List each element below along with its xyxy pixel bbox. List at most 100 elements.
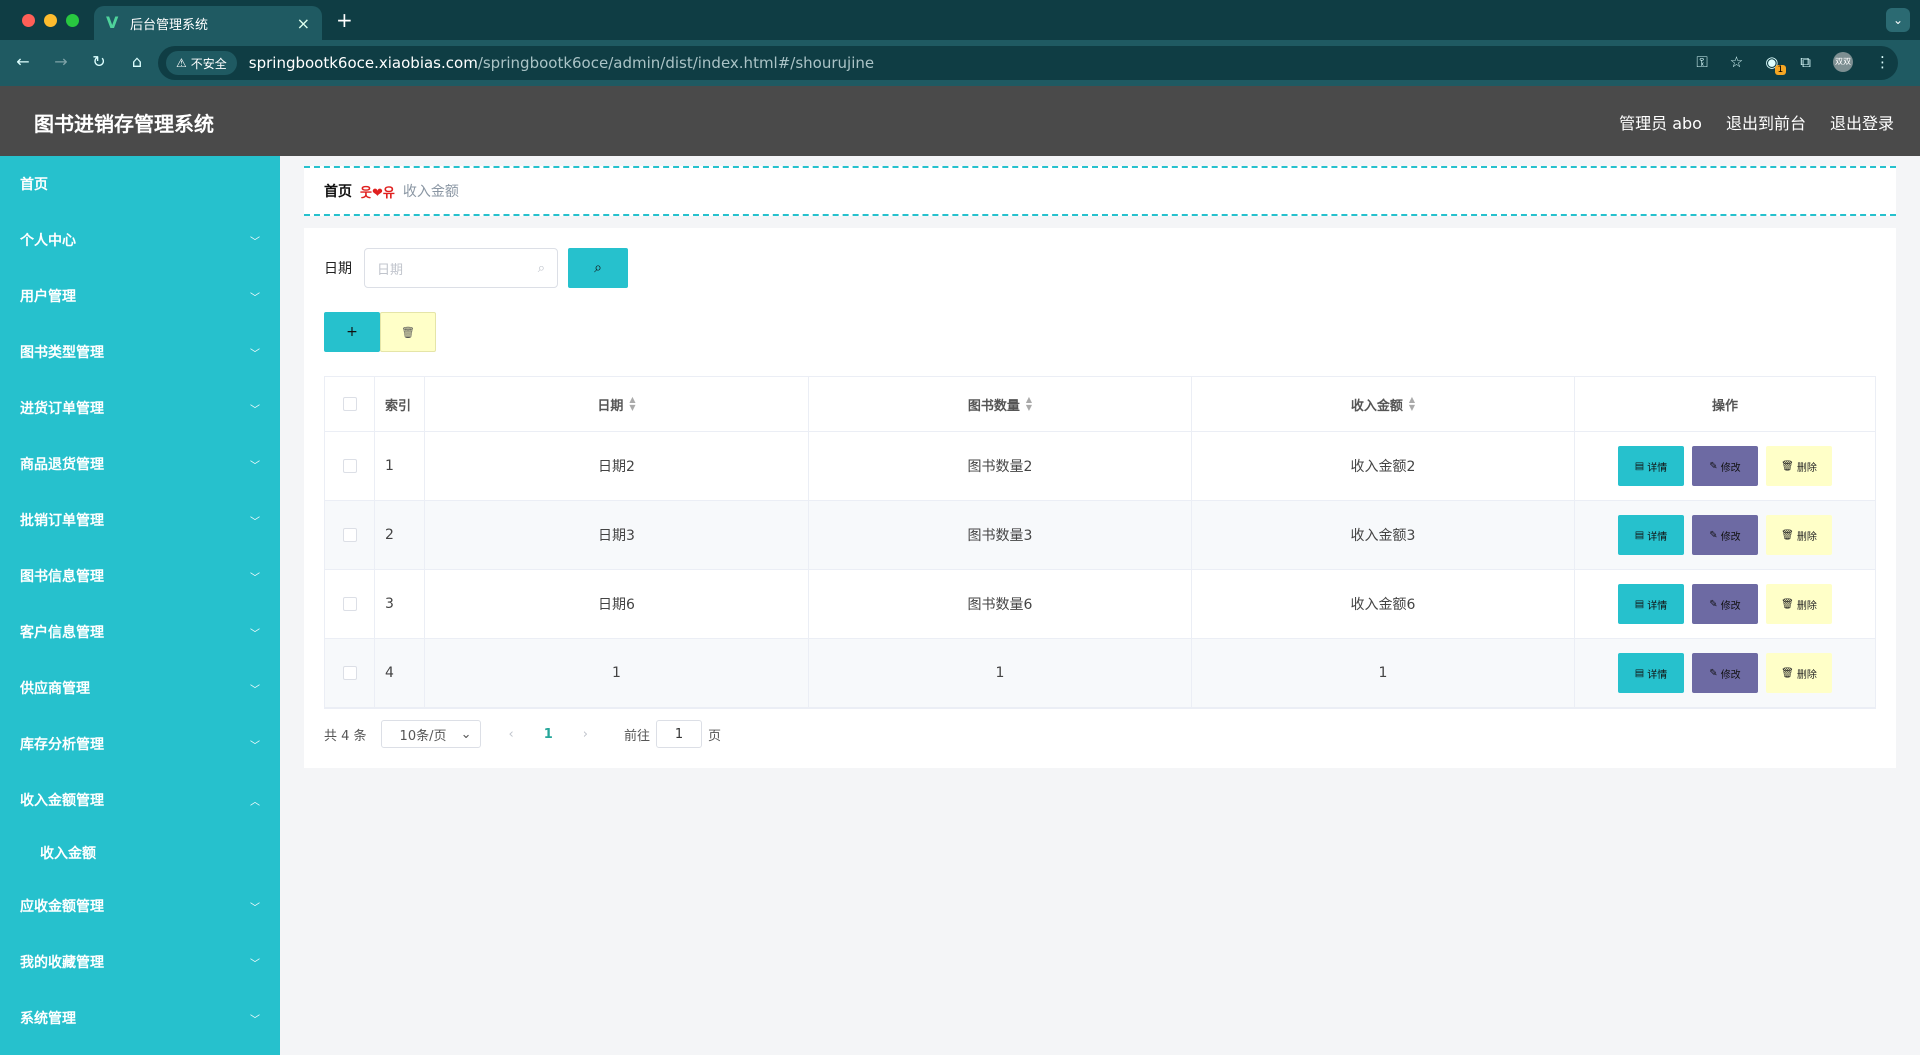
close-tab-icon[interactable]: × (297, 14, 310, 33)
detail-button[interactable]: ▤ 详情 (1618, 584, 1684, 624)
home-icon[interactable]: ⌂ (128, 52, 146, 71)
delete-button[interactable]: 🗑 删除 (1766, 584, 1832, 624)
edit-button[interactable]: ✎ 修改 (1692, 515, 1758, 555)
header-actions: 管理员 abo 退出到前台 退出登录 (1619, 110, 1894, 134)
current-page[interactable]: 1 (544, 727, 553, 742)
forward-icon[interactable]: → (52, 52, 70, 71)
prev-page-icon[interactable]: ‹ (509, 727, 514, 742)
chevron-down-icon: ﹀ (250, 684, 260, 696)
detail-button[interactable]: ▤ 详情 (1618, 653, 1684, 693)
trash-icon: 🗑 (1781, 529, 1794, 541)
header-date[interactable]: 日期 ▲ ▼ (425, 377, 809, 431)
edit-button[interactable]: ✎ 修改 (1692, 584, 1758, 624)
chevron-down-icon: ﹀ (250, 740, 260, 752)
goto-page-input[interactable]: 1 (656, 720, 703, 748)
sidebar-item-supplier-management[interactable]: 供应商管理 ﹀ (0, 660, 280, 716)
chevron-down-icon: ﹀ (250, 460, 260, 472)
row-checkbox[interactable] (342, 528, 357, 542)
minimize-window-button[interactable] (44, 14, 57, 27)
sort-icon[interactable]: ▲ ▼ (1409, 396, 1415, 412)
delete-button[interactable]: 🗑 删除 (1766, 653, 1832, 693)
sidebar-item-favorites-management[interactable]: 我的收藏管理 ﹀ (0, 934, 280, 990)
header-date-label: 日期 (597, 398, 624, 414)
browser-tab[interactable]: V 后台管理系统 × (94, 6, 322, 40)
batch-delete-button[interactable]: 🗑 (380, 312, 436, 352)
password-key-icon[interactable]: ⚿ (1696, 53, 1707, 71)
document-icon: ▤ (1634, 667, 1645, 679)
nav-buttons: ← → ↻ ⌂ (14, 52, 146, 71)
row-checkbox[interactable] (342, 666, 357, 680)
sidebar-item-book-type-management[interactable]: 图书类型管理 ﹀ (0, 324, 280, 380)
row-checkbox[interactable] (342, 459, 357, 473)
delete-label: 删除 (1796, 462, 1817, 474)
edit-button[interactable]: ✎ 修改 (1692, 653, 1758, 693)
detail-label: 详情 (1647, 600, 1668, 612)
sort-icon[interactable]: ▲ ▼ (1026, 396, 1032, 412)
sidebar-item-customer-management[interactable]: 客户信息管理 ﹀ (0, 604, 280, 660)
profile-avatar[interactable]: 双双 (1833, 52, 1853, 72)
date-search-input[interactable]: 日期 ⌕ (364, 248, 558, 288)
reload-icon[interactable]: ↻ (90, 52, 108, 71)
sidebar-item-system-management[interactable]: 系统管理 ﹀ (0, 990, 280, 1046)
row-select-cell (325, 432, 375, 500)
trash-icon: 🗑 (1781, 598, 1794, 610)
vue-logo-icon: V (106, 13, 119, 32)
select-all-checkbox[interactable] (342, 397, 357, 411)
tab-menu-chevron-icon[interactable]: ⌄ (1886, 8, 1910, 32)
goto-prefix: 前往 (624, 728, 651, 744)
chevron-down-icon: ﹀ (250, 902, 260, 914)
sidebar-item-label: 批销订单管理 (20, 513, 104, 529)
row-amount: 收入金额6 (1192, 570, 1575, 638)
extension-icon[interactable]: ◉ 1 (1765, 53, 1787, 75)
row-qty: 图书数量6 (809, 570, 1192, 638)
chevron-down-icon: ﹀ (250, 348, 260, 360)
search-icon: ⌕ (537, 260, 545, 276)
sort-icon[interactable]: ▲ ▼ (629, 396, 635, 412)
sidebar-item-wholesale-order-management[interactable]: 批销订单管理 ﹀ (0, 492, 280, 548)
security-indicator[interactable]: ⚠ 不安全 (166, 51, 237, 75)
extensions-puzzle-icon[interactable]: ⧉ (1800, 53, 1811, 71)
sidebar-item-home[interactable]: 首页 (0, 156, 280, 212)
sidebar-item-income-management[interactable]: 收入金额管理 ︿ (0, 772, 280, 828)
search-button[interactable]: ⌕ (568, 248, 628, 288)
exit-to-front-link[interactable]: 退出到前台 (1726, 110, 1806, 134)
maximize-window-button[interactable] (66, 14, 79, 27)
header-index: 索引 (375, 377, 425, 431)
sidebar-item-purchase-order-management[interactable]: 进货订单管理 ﹀ (0, 380, 280, 436)
url-field[interactable]: ⚠ 不安全 springbootk6oce.xiaobias.com/sprin… (158, 46, 1898, 80)
close-window-button[interactable] (22, 14, 35, 27)
next-page-icon[interactable]: › (583, 727, 588, 742)
delete-button[interactable]: 🗑 删除 (1766, 515, 1832, 555)
extension-badge: 1 (1774, 65, 1787, 75)
back-icon[interactable]: ← (14, 52, 32, 71)
logout-link[interactable]: 退出登录 (1830, 110, 1894, 134)
detail-button[interactable]: ▤ 详情 (1618, 515, 1684, 555)
delete-button[interactable]: 🗑 删除 (1766, 446, 1832, 486)
header-qty[interactable]: 图书数量 ▲ ▼ (809, 377, 1192, 431)
sidebar-item-receivables-management[interactable]: 应收金额管理 ﹀ (0, 878, 280, 934)
row-qty: 图书数量2 (809, 432, 1192, 500)
row-index: 2 (375, 501, 425, 569)
sidebar-item-user-management[interactable]: 用户管理 ﹀ (0, 268, 280, 324)
table-row: 3 日期6 图书数量6 收入金额6 ▤ 详情 ✎ 修改 🗑 删除 (325, 570, 1875, 639)
detail-button[interactable]: ▤ 详情 (1618, 446, 1684, 486)
breadcrumb-home[interactable]: 首页 (324, 181, 352, 201)
page-size-select[interactable]: 10条/页 ⌄ (380, 720, 481, 748)
sidebar-item-book-info-management[interactable]: 图书信息管理 ﹀ (0, 548, 280, 604)
pencil-icon: ✎ (1709, 598, 1718, 610)
header-amount[interactable]: 收入金额 ▲ ▼ (1192, 377, 1575, 431)
new-tab-icon[interactable]: + (336, 8, 353, 32)
plus-icon: + (346, 324, 358, 340)
sidebar-item-personal-center[interactable]: 个人中心 ﹀ (0, 212, 280, 268)
add-button[interactable]: + (324, 312, 380, 352)
row-checkbox[interactable] (342, 597, 357, 611)
sidebar-item-inventory-analysis[interactable]: 库存分析管理 ﹀ (0, 716, 280, 772)
browser-tab-bar: V 后台管理系统 × + ⌄ (0, 0, 1920, 40)
row-select-cell (325, 570, 375, 638)
sidebar-subitem-income[interactable]: 收入金额 (0, 828, 280, 878)
sidebar-item-return-management[interactable]: 商品退货管理 ﹀ (0, 436, 280, 492)
trash-icon: 🗑 (1781, 460, 1794, 472)
bookmark-star-icon[interactable]: ☆ (1730, 53, 1743, 71)
edit-button[interactable]: ✎ 修改 (1692, 446, 1758, 486)
browser-menu-icon[interactable]: ⋮ (1875, 53, 1890, 71)
